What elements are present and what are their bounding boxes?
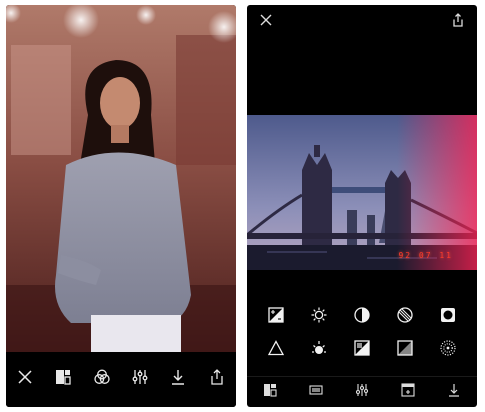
share-button[interactable]: [449, 11, 467, 29]
close-icon: [257, 14, 275, 33]
adjust-button[interactable]: [125, 365, 155, 395]
brightness-icon: [310, 306, 328, 329]
close-button[interactable]: [257, 11, 275, 29]
share-icon: [208, 368, 226, 391]
download-icon: [169, 368, 187, 391]
frame-icon: [401, 382, 415, 402]
grain-icon: [439, 339, 457, 362]
adjust-button[interactable]: [350, 380, 374, 404]
fade-icon: [396, 339, 414, 362]
tool-exposure[interactable]: [255, 301, 298, 334]
share-button[interactable]: [202, 365, 232, 395]
tool-fade[interactable]: [383, 334, 426, 367]
close-button[interactable]: [10, 365, 40, 395]
tool-saturation[interactable]: [383, 301, 426, 334]
left-toolbar: [6, 352, 236, 407]
tools-grid: [255, 301, 469, 367]
share-icon: [449, 13, 467, 33]
presets-icon: [263, 383, 277, 402]
top-bar: [247, 5, 477, 35]
edited-photo: 92 07 11: [247, 115, 477, 270]
vignette-icon: [439, 306, 457, 329]
left-phone-screen: [6, 5, 236, 407]
tower-bridge-image: [247, 115, 477, 270]
saturation-icon: [396, 306, 414, 329]
tool-brightness[interactable]: [298, 301, 341, 334]
date-stamp: 92 07 11: [398, 251, 453, 260]
adjust-icon: [131, 368, 149, 391]
tool-vignette[interactable]: [426, 301, 469, 334]
exposure-icon: [267, 306, 285, 329]
portrait-photo-image: [6, 5, 236, 352]
adjust-icon: [355, 383, 369, 402]
tool-contrast[interactable]: [341, 301, 384, 334]
presets-icon: [54, 368, 72, 391]
download-icon: [447, 383, 461, 402]
film-button[interactable]: [304, 380, 328, 404]
tool-highlights[interactable]: [298, 334, 341, 367]
close-icon: [16, 368, 34, 391]
presets-button[interactable]: [48, 365, 78, 395]
frame-button[interactable]: [396, 380, 420, 404]
bottom-bar: [247, 376, 477, 407]
right-phone-screen: 92 07 11: [247, 5, 477, 407]
download-button[interactable]: [163, 365, 193, 395]
presets-button[interactable]: [258, 380, 282, 404]
contrast-icon: [353, 306, 371, 329]
download-button[interactable]: [442, 380, 466, 404]
tool-grain[interactable]: [426, 334, 469, 367]
highlights-icon: [310, 339, 328, 362]
sharpen-icon: [267, 339, 285, 362]
film-icon: [309, 383, 323, 402]
blend-button[interactable]: [87, 365, 117, 395]
tool-sharpen[interactable]: [255, 334, 298, 367]
portrait-photo: [6, 5, 236, 352]
blend-icon: [93, 368, 111, 391]
shadows-icon: [353, 339, 371, 362]
tool-shadows[interactable]: [341, 334, 384, 367]
